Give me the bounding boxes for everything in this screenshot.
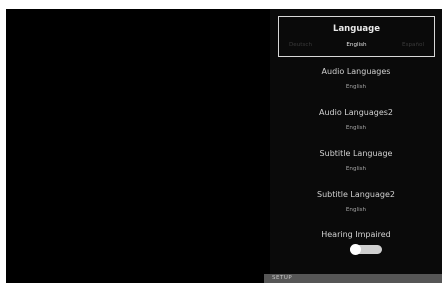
language-title: Language (333, 24, 380, 34)
toggle-knob (350, 244, 361, 255)
subtitle-language-title: Subtitle Language (319, 149, 393, 158)
settings-panel: Language Deutsch English Español Audio L… (270, 9, 442, 274)
language-selector[interactable]: Language Deutsch English Español (278, 16, 435, 57)
audio-languages-value: English (345, 84, 367, 90)
language-option-espanol[interactable]: Español (402, 42, 424, 48)
subtitle-language2-item[interactable]: Subtitle Language2 English (270, 190, 442, 213)
subtitle-language-value: English (345, 166, 367, 172)
audio-languages2-value: English (345, 125, 367, 131)
subtitle-language2-title: Subtitle Language2 (317, 190, 395, 199)
hearing-impaired-item: Hearing Impaired (270, 230, 442, 239)
hearing-impaired-title: Hearing Impaired (321, 230, 391, 239)
audio-languages-item[interactable]: Audio Languages English (270, 67, 442, 90)
setup-label: SETUP (272, 275, 293, 281)
audio-languages2-item[interactable]: Audio Languages2 English (270, 108, 442, 131)
setup-bar: SETUP (264, 274, 442, 283)
hearing-impaired-toggle[interactable] (350, 244, 382, 255)
audio-languages2-title: Audio Languages2 (318, 108, 394, 117)
subtitle-language2-value: English (345, 207, 367, 213)
subtitle-language-item[interactable]: Subtitle Language English (270, 149, 442, 172)
audio-languages-title: Audio Languages (321, 67, 391, 76)
tv-screen: Language Deutsch English Español Audio L… (6, 9, 442, 283)
